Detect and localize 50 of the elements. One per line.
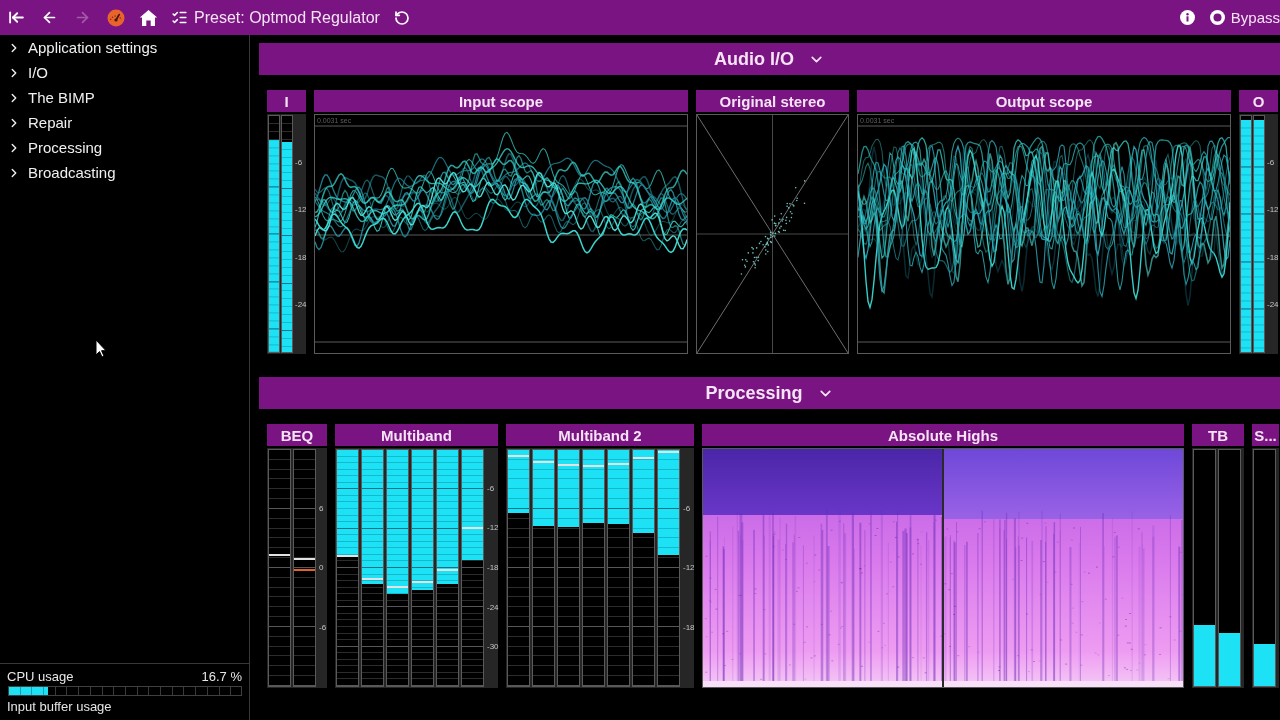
mouse-pointer-icon	[95, 339, 107, 358]
scale-label: -6	[487, 484, 495, 493]
stat-label: Input buffer usage	[7, 698, 112, 714]
skip-to-start-icon	[8, 9, 25, 26]
panel-header: I	[267, 90, 306, 112]
panel-header: TB	[1192, 424, 1244, 446]
scale-label: -12	[295, 206, 307, 215]
scale-label: -24	[295, 301, 307, 310]
scale-label: 6	[319, 504, 324, 513]
scale-label: -30	[487, 643, 499, 652]
section-header[interactable]: Audio I/O	[259, 43, 1280, 75]
tree-item[interactable]: Application settings	[0, 35, 158, 60]
tree-item[interactable]: I/O	[0, 60, 48, 85]
gauge-icon	[106, 8, 125, 27]
scale-label: -6	[1267, 158, 1275, 167]
panel-header: Original stereo	[696, 90, 849, 112]
info-icon	[1179, 10, 1195, 25]
stat-value: 16.7 %	[201, 668, 242, 684]
scale-label: -24	[1267, 301, 1279, 310]
panel-header: BEQ	[267, 424, 327, 446]
scale-label: -12	[683, 564, 695, 572]
tree-item[interactable]: Processing	[0, 135, 103, 160]
tree-item[interactable]: The BIMP	[0, 85, 95, 110]
scale-label: -18	[1267, 253, 1279, 262]
panel-header: Multiband 2	[506, 424, 694, 446]
scale-label: -12	[1267, 206, 1279, 215]
undo-icon	[394, 9, 411, 26]
bypass-toggle[interactable]: Bypass	[1203, 0, 1280, 35]
scale-label: -18	[487, 564, 499, 572]
scale-label: -6	[319, 623, 327, 632]
preset-button[interactable]: Preset: Optmod Regulator	[165, 0, 386, 35]
panel-header: O	[1239, 90, 1278, 112]
panel-header: Input scope	[314, 90, 688, 112]
panel-header: S...	[1252, 424, 1279, 446]
scale-label: -24	[487, 603, 499, 612]
checklist-icon	[171, 9, 188, 26]
panel-header: Absolute Highs	[702, 424, 1184, 446]
scale-label: -18	[683, 623, 695, 632]
scale-label: -12	[487, 524, 499, 533]
stat-label: CPU usage	[7, 668, 74, 684]
scale-label: 0	[319, 564, 324, 572]
scale-label: -18	[295, 253, 307, 262]
tree-item[interactable]: Repair	[0, 110, 73, 135]
tree-item[interactable]: Broadcasting	[0, 160, 116, 185]
home-icon	[139, 8, 158, 27]
scale-label: -6	[683, 504, 691, 513]
section-header[interactable]: Processing	[259, 377, 1280, 409]
scale-label: -6	[295, 158, 303, 167]
panel-header: Output scope	[857, 90, 1231, 112]
panel-header: Multiband	[335, 424, 498, 446]
